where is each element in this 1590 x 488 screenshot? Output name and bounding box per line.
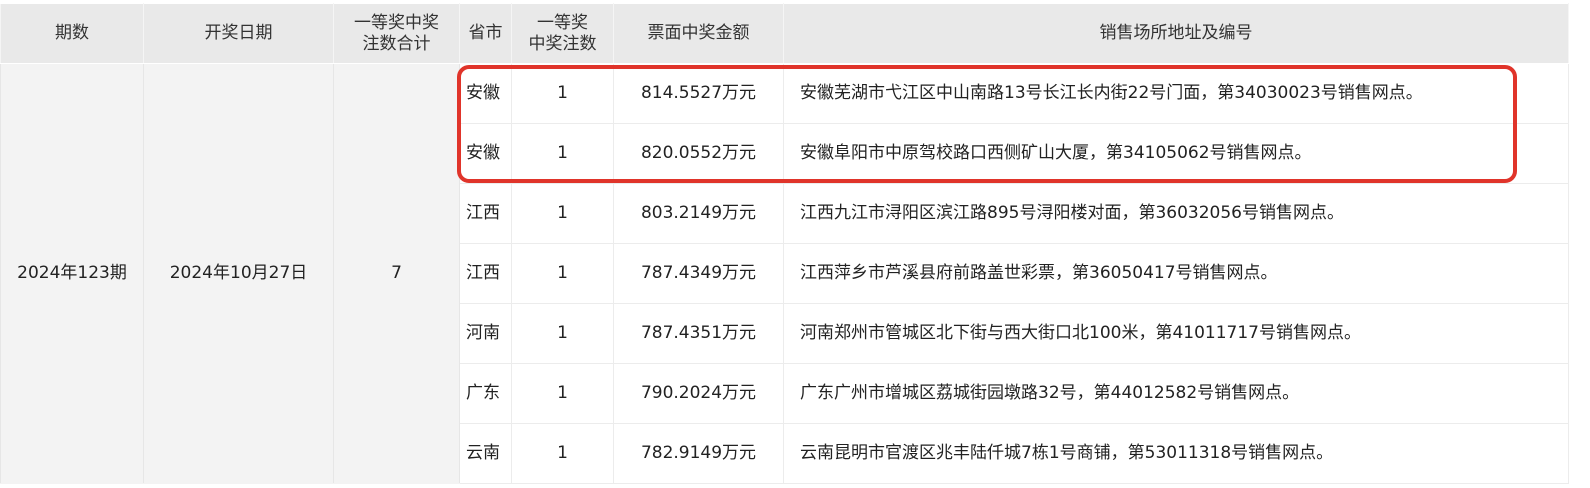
cell-amount: 787.4349万元 — [613, 243, 784, 304]
cell-province: 河南 — [459, 303, 512, 364]
cell-address: 安徽芜湖市弋江区中山南路13号长江长内街22号门面，第34030023号销售网点… — [783, 63, 1569, 124]
cell-address: 云南昆明市官渡区兆丰陆仟城7栋1号商铺，第53011318号销售网点。 — [783, 423, 1569, 484]
cell-province: 安徽 — [459, 123, 512, 184]
header-count-line2: 中奖注数 — [528, 33, 597, 54]
cell-count: 1 — [511, 423, 614, 484]
table-row: 2024年123期 2024年10月27日 7 安徽 1 814.5527万元 … — [0, 63, 1569, 484]
table-header-row: 期数 开奖日期 一等奖中奖 注数合计 省市 一等奖 中奖注数 票面中奖金额 销售… — [0, 3, 1569, 64]
cell-count: 1 — [511, 183, 614, 244]
cell-count: 1 — [511, 243, 614, 304]
cell-amount: 787.4351万元 — [613, 303, 784, 364]
cell-count: 1 — [511, 363, 614, 424]
header-count-line1: 一等奖 — [537, 13, 588, 34]
header-province: 省市 — [459, 3, 512, 64]
cell-amount: 820.0552万元 — [613, 123, 784, 184]
cell-province: 广东 — [459, 363, 512, 424]
cell-count: 1 — [511, 303, 614, 364]
header-prize-count: 一等奖 中奖注数 — [511, 3, 614, 64]
winners-table: 期数 开奖日期 一等奖中奖 注数合计 省市 一等奖 中奖注数 票面中奖金额 销售… — [0, 3, 1569, 484]
cell-count: 1 — [511, 123, 614, 184]
draw-total: 7 — [333, 63, 460, 484]
cell-amount: 803.2149万元 — [613, 183, 784, 244]
cell-province: 江西 — [459, 243, 512, 304]
cell-province: 云南 — [459, 423, 512, 484]
cell-address: 安徽阜阳市中原驾校路口西侧矿山大厦，第34105062号销售网点。 — [783, 123, 1569, 184]
header-total-line2: 注数合计 — [362, 33, 431, 54]
cell-count: 1 — [511, 63, 614, 124]
header-period: 期数 — [0, 3, 144, 64]
cell-address: 河南郑州市管城区北下街与西大街口北100米，第41011717号销售网点。 — [783, 303, 1569, 364]
draw-period: 2024年123期 — [0, 63, 144, 484]
cell-amount: 782.9149万元 — [613, 423, 784, 484]
cell-address: 江西萍乡市芦溪县府前路盖世彩票，第36050417号销售网点。 — [783, 243, 1569, 304]
draw-date: 2024年10月27日 — [143, 63, 334, 484]
cell-province: 安徽 — [459, 63, 512, 124]
header-amount: 票面中奖金额 — [613, 3, 784, 64]
header-total-count: 一等奖中奖 注数合计 — [333, 3, 460, 64]
cell-amount: 790.2024万元 — [613, 363, 784, 424]
header-address: 销售场所地址及编号 — [783, 3, 1569, 64]
header-total-line1: 一等奖中奖 — [354, 13, 439, 34]
page: 期数 开奖日期 一等奖中奖 注数合计 省市 一等奖 中奖注数 票面中奖金额 销售… — [0, 0, 1590, 488]
cell-address: 江西九江市浔阳区滨江路895号浔阳楼对面，第36032056号销售网点。 — [783, 183, 1569, 244]
header-date: 开奖日期 — [143, 3, 334, 64]
cell-address: 广东广州市增城区荔城街园墩路32号，第44012582号销售网点。 — [783, 363, 1569, 424]
cell-province: 江西 — [459, 183, 512, 244]
cell-amount: 814.5527万元 — [613, 63, 784, 124]
